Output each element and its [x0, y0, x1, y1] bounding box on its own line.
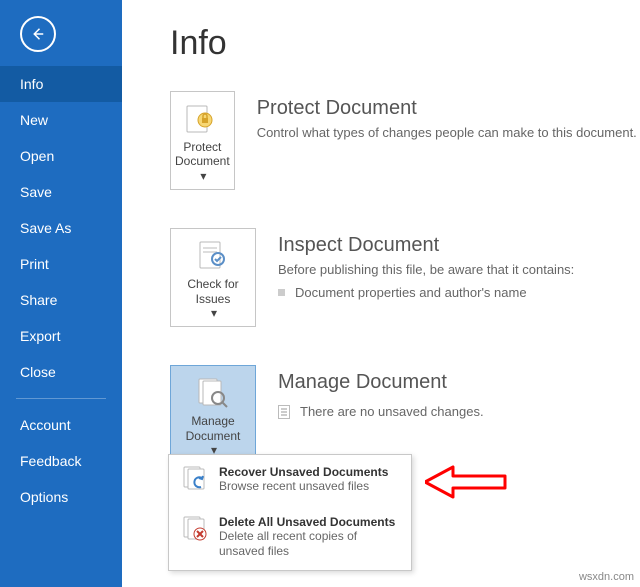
- manage-section: Manage Document▾ Manage Document There a…: [170, 365, 620, 464]
- protect-document-button[interactable]: Protect Document▾: [170, 91, 235, 190]
- delete-icon: [181, 515, 209, 543]
- inspect-bullet: Document properties and author's name: [278, 285, 620, 300]
- lock-icon: [184, 100, 220, 136]
- chevron-down-icon: ▾: [200, 169, 206, 183]
- sidebar-item-options[interactable]: Options: [0, 479, 122, 515]
- manage-note-row: There are no unsaved changes.: [278, 404, 620, 419]
- sidebar-item-save-as[interactable]: Save As: [0, 210, 122, 246]
- recover-icon: [181, 465, 209, 493]
- delete-all-unsaved-documents[interactable]: Delete All Unsaved Documents Delete all …: [169, 505, 411, 570]
- manage-document-dropdown: Recover Unsaved Documents Browse recent …: [168, 454, 412, 571]
- inspect-tile-label: Check for Issues: [175, 277, 251, 306]
- manage-tile-label: Manage Document: [175, 414, 251, 443]
- manage-icon: [195, 374, 231, 410]
- sidebar-item-close[interactable]: Close: [0, 354, 122, 390]
- recover-subtitle: Browse recent unsaved files: [219, 479, 388, 495]
- backstage-sidebar: Info New Open Save Save As Print Share E…: [0, 0, 122, 587]
- recover-unsaved-documents[interactable]: Recover Unsaved Documents Browse recent …: [169, 455, 411, 505]
- inspect-bullet-text: Document properties and author's name: [295, 285, 527, 300]
- sidebar-item-feedback[interactable]: Feedback: [0, 443, 122, 479]
- manage-note: There are no unsaved changes.: [300, 404, 484, 419]
- protect-title: Protect Document: [257, 97, 637, 120]
- sidebar-item-share[interactable]: Share: [0, 282, 122, 318]
- sidebar-item-print[interactable]: Print: [0, 246, 122, 282]
- page-title: Info: [170, 24, 620, 63]
- check-for-issues-button[interactable]: Check for Issues▾: [170, 228, 256, 327]
- chevron-down-icon: ▾: [211, 306, 217, 320]
- inspect-icon: [195, 237, 231, 273]
- sidebar-item-account[interactable]: Account: [0, 407, 122, 443]
- sidebar-separator: [16, 398, 106, 399]
- bullet-icon: [278, 289, 285, 296]
- inspect-desc: Before publishing this file, be aware th…: [278, 261, 620, 279]
- inspect-title: Inspect Document: [278, 234, 620, 257]
- arrow-left-icon: [29, 25, 47, 43]
- sidebar-item-save[interactable]: Save: [0, 174, 122, 210]
- delete-subtitle: Delete all recent copies of unsaved file…: [219, 529, 399, 560]
- sidebar-item-info[interactable]: Info: [0, 66, 122, 102]
- sidebar-item-open[interactable]: Open: [0, 138, 122, 174]
- manage-title: Manage Document: [278, 371, 620, 394]
- watermark: wsxdn.com: [579, 571, 634, 583]
- back-button[interactable]: [20, 16, 56, 52]
- protect-section: Protect Document▾ Protect Document Contr…: [170, 91, 620, 190]
- protect-tile-label: Protect Document: [175, 140, 230, 169]
- inspect-section: Check for Issues▾ Inspect Document Befor…: [170, 228, 620, 327]
- sidebar-item-export[interactable]: Export: [0, 318, 122, 354]
- delete-title: Delete All Unsaved Documents: [219, 515, 399, 529]
- document-icon: [278, 405, 290, 419]
- sidebar-item-new[interactable]: New: [0, 102, 122, 138]
- protect-desc: Control what types of changes people can…: [257, 124, 637, 142]
- manage-document-button[interactable]: Manage Document▾: [170, 365, 256, 464]
- recover-title: Recover Unsaved Documents: [219, 465, 388, 479]
